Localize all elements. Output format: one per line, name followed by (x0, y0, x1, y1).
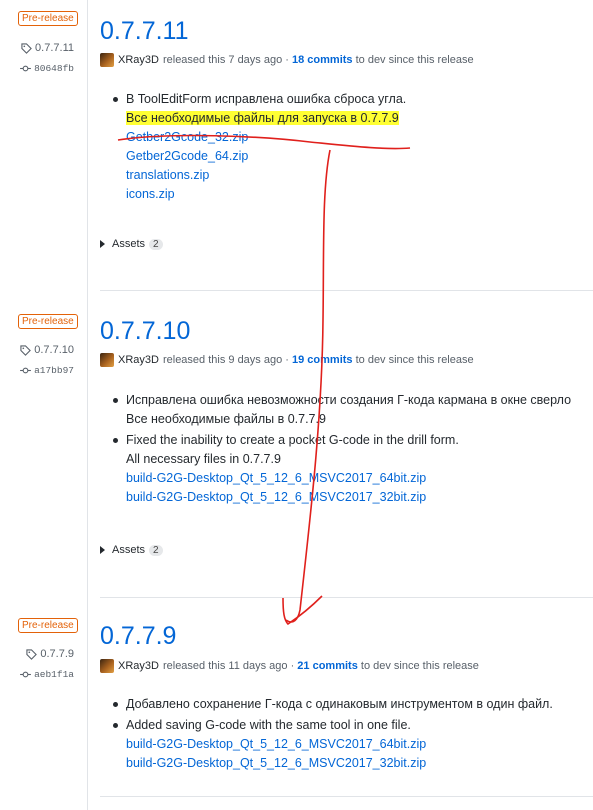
commit-link[interactable]: a17bb97 (20, 365, 74, 376)
list-item: Добавлено сохранение Г-кода с одинаковым… (110, 695, 593, 714)
release-title[interactable]: 0.7.7.10 (100, 316, 190, 346)
tag-icon (26, 648, 38, 660)
release-notes: В ToolEditForm исправлена ошибка сброса … (110, 90, 593, 204)
commit-link[interactable]: aeb1f1a (20, 669, 74, 680)
arrowhead-stroke (282, 595, 323, 626)
avatar[interactable] (100, 53, 114, 67)
asset-link[interactable]: build-G2G-Desktop_Qt_5_12_6_MSVC2017_32b… (110, 754, 593, 773)
since-text: to dev since this release (355, 54, 474, 66)
assets-count: 2 (149, 238, 163, 250)
author-name[interactable]: XRay3D (118, 354, 159, 366)
commit-link[interactable]: 80648fb (20, 63, 74, 74)
tag-name: 0.7.7.9 (40, 648, 74, 660)
avatar[interactable] (100, 353, 114, 367)
highlighted-text: Все необходимые файлы для запуска в 0.7.… (126, 111, 399, 125)
divider (100, 796, 593, 797)
since-text: to dev since this release (355, 354, 474, 366)
released-text: released this 7 days ago · (162, 54, 289, 66)
list-item: Added saving G-code with the same tool i… (110, 716, 593, 735)
assets-label: Assets (112, 238, 146, 250)
list-item: Исправлена ошибка невозможности создания… (110, 391, 593, 410)
asset-link[interactable]: Getber2Gcode_64.zip (110, 147, 593, 166)
release-notes: Исправлена ошибка невозможности создания… (110, 391, 593, 507)
list-item-continuation: Все необходимые файлы в 0.7.7.9 (126, 412, 326, 426)
released-text: released this 11 days ago · (162, 660, 295, 672)
since-text: to dev since this release (360, 660, 479, 672)
asset-link[interactable]: translations.zip (110, 166, 593, 185)
tag-name: 0.7.7.11 (35, 42, 74, 54)
triangle-right-icon (100, 546, 105, 554)
triangle-right-icon (100, 240, 105, 248)
tag-name: 0.7.7.10 (34, 344, 74, 356)
tag-icon (21, 42, 32, 54)
asset-link[interactable]: build-G2G-Desktop_Qt_5_12_6_MSVC2017_32b… (110, 488, 593, 507)
list-item-continuation: All necessary files in 0.7.7.9 (126, 452, 281, 466)
release-meta: XRay3D released this 11 days ago · 21 co… (100, 659, 479, 673)
release-title[interactable]: 0.7.7.11 (100, 16, 189, 46)
divider (100, 597, 593, 598)
avatar[interactable] (100, 659, 114, 673)
commit-icon (20, 671, 31, 678)
asset-link[interactable]: build-G2G-Desktop_Qt_5_12_6_MSVC2017_64b… (110, 735, 593, 754)
asset-link[interactable]: build-G2G-Desktop_Qt_5_12_6_MSVC2017_64b… (110, 469, 593, 488)
prerelease-badge: Pre-release (18, 314, 78, 329)
commits-link[interactable]: 21 commits (297, 660, 358, 672)
release-notes: Добавлено сохранение Г-кода с одинаковым… (110, 695, 593, 773)
asset-link[interactable]: Getber2Gcode_32.zip (110, 128, 593, 147)
assets-count: 2 (149, 544, 163, 556)
commit-icon (20, 65, 31, 72)
divider (100, 290, 593, 291)
release-meta: XRay3D released this 7 days ago · 18 com… (100, 53, 474, 67)
asset-link[interactable]: icons.zip (110, 185, 593, 204)
author-name[interactable]: XRay3D (118, 660, 159, 672)
tag-icon (20, 344, 32, 356)
commit-icon (20, 367, 31, 374)
tag-link[interactable]: 0.7.7.10 (20, 344, 74, 356)
commits-link[interactable]: 19 commits (292, 354, 353, 366)
prerelease-badge: Pre-release (18, 11, 78, 26)
release-title[interactable]: 0.7.7.9 (100, 621, 176, 651)
tag-link[interactable]: 0.7.7.9 (26, 648, 74, 660)
release-sidebar (0, 0, 88, 810)
list-item: В ToolEditForm исправлена ошибка сброса … (110, 90, 593, 109)
assets-label: Assets (112, 544, 146, 556)
release-meta: XRay3D released this 9 days ago · 19 com… (100, 353, 474, 367)
commit-sha: aeb1f1a (34, 669, 74, 680)
commit-sha: 80648fb (34, 63, 74, 74)
assets-toggle[interactable]: Assets 2 (100, 544, 163, 556)
tag-link[interactable]: 0.7.7.11 (21, 42, 74, 54)
commits-link[interactable]: 18 commits (292, 54, 353, 66)
released-text: released this 9 days ago · (162, 354, 289, 366)
assets-toggle[interactable]: Assets 2 (100, 238, 163, 250)
list-item-continuation: Все необходимые файлы для запуска в 0.7.… (110, 109, 593, 128)
prerelease-badge: Pre-release (18, 618, 78, 633)
author-name[interactable]: XRay3D (118, 54, 159, 66)
arrow-stroke (285, 149, 331, 623)
list-item: Fixed the inability to create a pocket G… (110, 431, 593, 450)
commit-sha: a17bb97 (34, 365, 74, 376)
